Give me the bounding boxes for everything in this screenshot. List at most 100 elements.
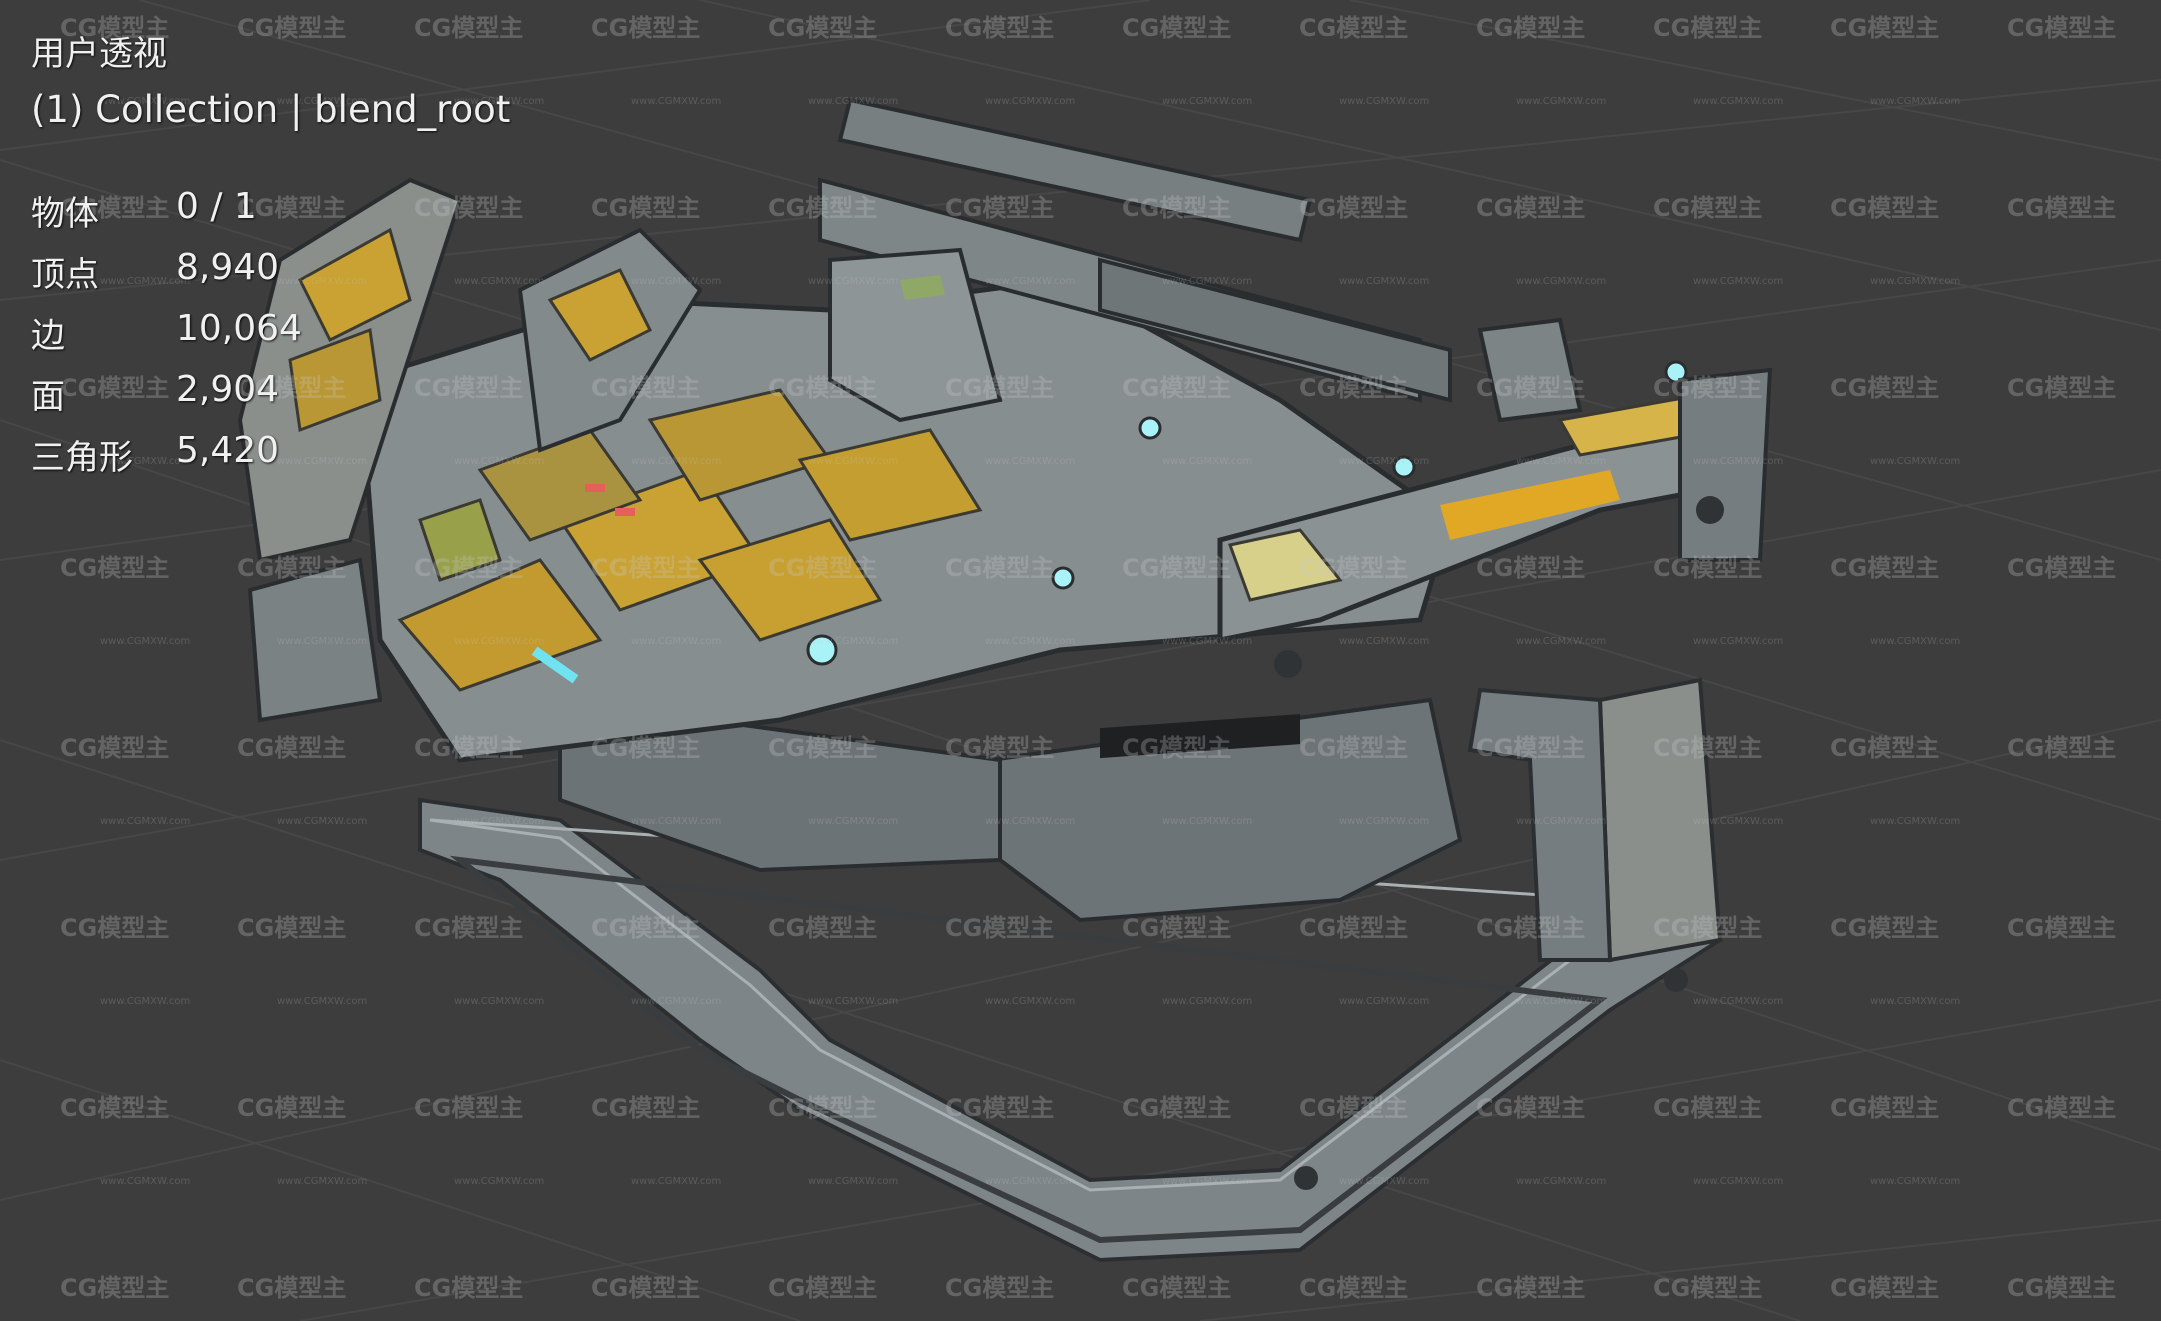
- watermark-url: www.CGMXW.com: [1162, 1176, 1253, 1187]
- watermark-url: www.CGMXW.com: [1516, 636, 1607, 647]
- watermark-text: CG模型主: [414, 554, 524, 582]
- watermark-text: CG模型主: [768, 374, 878, 402]
- watermark-text: CG模型主: [1830, 734, 1940, 762]
- watermark-url: www.CGMXW.com: [277, 96, 368, 107]
- watermark-text: CG模型主: [60, 1094, 170, 1122]
- watermark-url: www.CGMXW.com: [1162, 636, 1253, 647]
- watermark-url: www.CGMXW.com: [1693, 456, 1784, 467]
- watermark-text: CG模型主: [2007, 914, 2117, 942]
- watermark-text: CG模型主: [60, 1274, 170, 1302]
- watermark-url: www.CGMXW.com: [100, 996, 191, 1007]
- watermark-text: CG模型主: [768, 1274, 878, 1302]
- watermark-text: CG模型主: [1122, 194, 1232, 222]
- watermark-text: CG模型主: [945, 1274, 1055, 1302]
- watermark-text: CG模型主: [60, 554, 170, 582]
- watermark-text: CG模型主: [1653, 554, 1763, 582]
- watermark-url: www.CGMXW.com: [631, 276, 722, 287]
- watermark-url: www.CGMXW.com: [100, 96, 191, 107]
- 3d-viewport[interactable]: CG模型主 www.CGMXW.com CG模型主 www.CGMXW.com CG模型…: [0, 0, 2161, 1321]
- watermark-text: CG模型主: [945, 374, 1055, 402]
- watermark-text: CG模型主: [1122, 554, 1232, 582]
- watermark-url: www.CGMXW.com: [1693, 996, 1784, 1007]
- watermark-text: CG模型主: [2007, 1274, 2117, 1302]
- watermark-text: CG模型主: [237, 1274, 347, 1302]
- watermark-url: www.CGMXW.com: [100, 276, 191, 287]
- watermark-url: www.CGMXW.com: [1870, 996, 1961, 1007]
- watermark-text: CG模型主: [414, 194, 524, 222]
- watermark-text: CG模型主: [237, 14, 347, 42]
- watermark-text: CG模型主: [945, 194, 1055, 222]
- watermark-text: CG模型主: [945, 14, 1055, 42]
- watermark-text: CG模型主: [414, 1274, 524, 1302]
- watermark-text: CG模型主: [60, 734, 170, 762]
- watermark-url: www.CGMXW.com: [631, 636, 722, 647]
- watermark-text: CG模型主: [768, 914, 878, 942]
- watermark-url: www.CGMXW.com: [277, 996, 368, 1007]
- watermark-text: CG模型主: [237, 554, 347, 582]
- watermark-url: www.CGMXW.com: [1516, 276, 1607, 287]
- watermark-text: CG模型主: [1299, 554, 1409, 582]
- watermark-url: www.CGMXW.com: [100, 816, 191, 827]
- watermark-text: CG模型主: [60, 14, 170, 42]
- watermark-url: www.CGMXW.com: [808, 456, 899, 467]
- watermark-url: www.CGMXW.com: [454, 996, 545, 1007]
- watermark-text: CG模型主: [60, 194, 170, 222]
- watermark-text: CG模型主: [1830, 1274, 1940, 1302]
- watermark-text: CG模型主: [591, 14, 701, 42]
- watermark-text: CG模型主: [1830, 14, 1940, 42]
- watermark-url: www.CGMXW.com: [631, 996, 722, 1007]
- watermark-text: CG模型主: [945, 1094, 1055, 1122]
- watermark-text: CG模型主: [1830, 1094, 1940, 1122]
- watermark-text: CG模型主: [591, 374, 701, 402]
- watermark-text: CG模型主: [591, 734, 701, 762]
- watermark-url: www.CGMXW.com: [1516, 96, 1607, 107]
- watermark-url: www.CGMXW.com: [1339, 816, 1430, 827]
- watermark-text: CG模型主: [414, 914, 524, 942]
- watermark-url: www.CGMXW.com: [631, 816, 722, 827]
- watermark-text: CG模型主: [1653, 1094, 1763, 1122]
- watermark-url: www.CGMXW.com: [985, 1176, 1076, 1187]
- watermark-text: CG模型主: [768, 734, 878, 762]
- watermark-url: www.CGMXW.com: [808, 816, 899, 827]
- watermark-text: CG模型主: [945, 554, 1055, 582]
- watermark-url: www.CGMXW.com: [985, 996, 1076, 1007]
- watermark-url: www.CGMXW.com: [100, 456, 191, 467]
- watermark-url: www.CGMXW.com: [1162, 96, 1253, 107]
- watermark-url: www.CGMXW.com: [631, 456, 722, 467]
- watermark-text: CG模型主: [1299, 14, 1409, 42]
- watermark-text: CG模型主: [414, 1094, 524, 1122]
- watermark-text: CG模型主: [1476, 1274, 1586, 1302]
- watermark-url: www.CGMXW.com: [1870, 456, 1961, 467]
- watermark-url: www.CGMXW.com: [808, 276, 899, 287]
- watermark-text: CG模型主: [1830, 374, 1940, 402]
- watermark-text: CG模型主: [591, 1094, 701, 1122]
- watermark-text: CG模型主: [1299, 914, 1409, 942]
- watermark-text: CG模型主: [945, 734, 1055, 762]
- watermark-text: CG模型主: [1299, 1094, 1409, 1122]
- watermark-text: CG模型主: [1476, 374, 1586, 402]
- watermark-url: www.CGMXW.com: [1870, 96, 1961, 107]
- watermark-text: CG模型主: [1299, 734, 1409, 762]
- watermark-text: CG模型主: [768, 1094, 878, 1122]
- watermark-url: www.CGMXW.com: [1693, 816, 1784, 827]
- watermark-url: www.CGMXW.com: [454, 456, 545, 467]
- watermark-url: www.CGMXW.com: [1516, 816, 1607, 827]
- watermark-text: CG模型主: [414, 14, 524, 42]
- watermark-url: www.CGMXW.com: [277, 456, 368, 467]
- watermark-url: www.CGMXW.com: [808, 1176, 899, 1187]
- watermark-url: www.CGMXW.com: [1162, 816, 1253, 827]
- watermark-url: www.CGMXW.com: [454, 1176, 545, 1187]
- watermark-text: CG模型主: [1299, 1274, 1409, 1302]
- watermark-text: CG模型主: [2007, 1094, 2117, 1122]
- watermark-url: www.CGMXW.com: [1162, 456, 1253, 467]
- watermark-text: CG模型主: [1476, 14, 1586, 42]
- watermark-text: CG模型主: [1122, 1094, 1232, 1122]
- watermark-url: www.CGMXW.com: [277, 816, 368, 827]
- watermark-text: CG模型主: [1830, 554, 1940, 582]
- watermark-text: CG模型主: [60, 374, 170, 402]
- watermark-text: CG模型主: [237, 734, 347, 762]
- watermark-url: www.CGMXW.com: [277, 276, 368, 287]
- watermark-text: CG模型主: [1476, 734, 1586, 762]
- watermark-text: CG模型主: [1476, 1094, 1586, 1122]
- watermark-text: CG模型主: [414, 734, 524, 762]
